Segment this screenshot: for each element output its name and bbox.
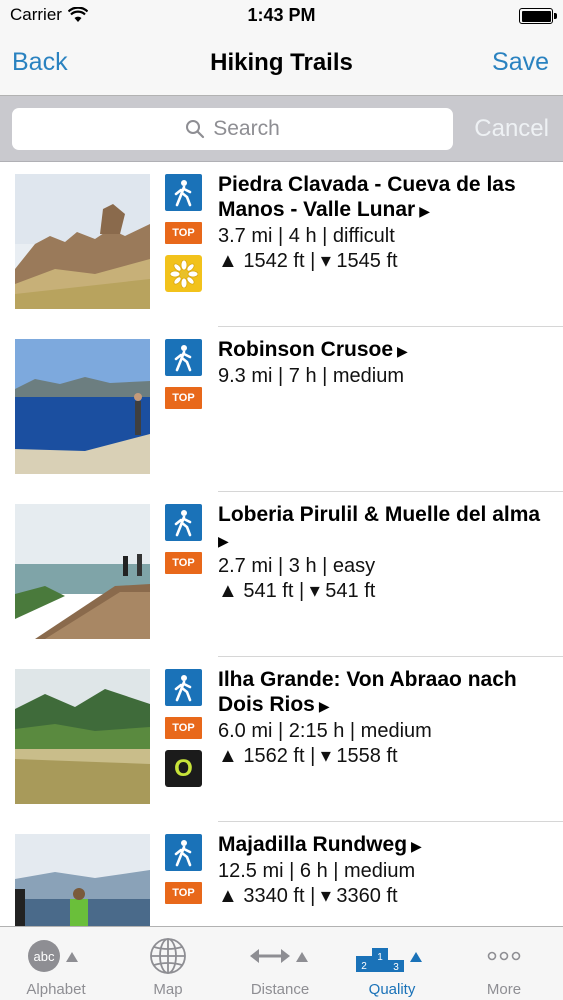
trail-name: Majadilla Rundweg ▶ [218,833,422,856]
search-input[interactable]: Search [12,108,453,150]
trail-stats: 2.7 mi | 3 h | easy [218,555,376,577]
trail-elevation: ▲ 1542 ft | ▾ 1545 ft [218,250,398,272]
trail-name: Ilha Grande: Von Abraao nach Dois Rios ▶ [218,668,517,716]
trail-badges: TOP [165,834,203,904]
podium-third: 3 [393,962,399,973]
trail-photo [15,669,150,804]
trail-elevation: ▲ 541 ft | ▾ 541 ft [218,580,376,602]
save-button[interactable]: Save [492,48,549,77]
hiking-icon [165,504,202,541]
trail-elevation: ▲ 1562 ft | ▾ 1558 ft [218,745,398,767]
tab-more[interactable]: More [448,927,560,1000]
trail-badges: TOP [165,174,203,292]
trail-info: Piedra Clavada - Cueva de las Manos - Va… [218,172,558,274]
podium-second: 2 [361,961,367,972]
disclosure-arrow-icon: ▶ [318,698,330,714]
trail-info: Loberia Pirulil & Muelle del alma ▶ 2.7 m… [218,502,558,604]
page-title: Hiking Trails [210,49,353,76]
trail-stats: 9.3 mi | 7 h | medium [218,365,405,387]
status-time: 1:43 PM [247,5,316,25]
abc-icon-text: abc [34,949,55,964]
search-icon [186,120,205,139]
hiking-icon [165,834,202,871]
outdooractive-icon: O [165,750,202,787]
top-badge: TOP [165,882,202,904]
tab-bar: abc Alphabet Map Distance 2 1 3 Quality … [0,926,563,1000]
trail-stats: 6.0 mi | 2:15 h | medium [218,720,432,742]
disclosure-arrow-icon: ▶ [419,203,430,219]
trail-name: Robinson Crusoe ▶ [218,338,408,361]
trail-photo [15,834,150,926]
top-badge: TOP [165,552,202,574]
navigation-bar: Back Hiking Trails Save [0,30,563,96]
podium-icon: 2 1 3 [356,948,422,973]
trail-row[interactable]: TOP Loberia Pirulil & Muelle del alma ▶ 2… [0,492,563,657]
top-badge: TOP [165,387,202,409]
search-placeholder: Search [213,117,280,140]
tab-label: Distance [250,981,310,998]
tab-label: Quality [368,981,416,998]
battery-icon [519,8,557,24]
trail-photo [15,339,150,474]
disclosure-arrow-icon: ▶ [397,343,408,359]
tab-label: Alphabet [26,981,86,998]
trail-row[interactable]: TOP Majadilla Rundweg ▶ 12.5 mi | 6 h | m… [0,822,563,926]
tab-alphabet[interactable]: abc Alphabet [0,927,112,1000]
tab-distance[interactable]: Distance [224,927,336,1000]
back-button[interactable]: Back [12,48,68,77]
hiking-icon [165,669,202,706]
trail-name: Piedra Clavada - Cueva de las Manos - Va… [218,173,516,221]
more-dots-icon [487,951,521,961]
hiking-icon [165,174,202,211]
tab-label: More [486,981,522,998]
trail-info: Ilha Grande: Von Abraao nach Dois Rios ▶ … [218,667,558,769]
trail-stats: 12.5 mi | 6 h | medium [218,860,416,882]
trail-row[interactable]: TOP Piedra Clavada - Cueva de las Manos … [0,162,563,327]
cancel-button[interactable]: Cancel [474,115,549,143]
hiking-icon [165,339,202,376]
trail-badges: TOP [165,339,203,409]
trail-badges: TOP [165,504,203,574]
trail-row[interactable]: TOP Robinson Crusoe ▶ 9.3 mi | 7 h | medi… [0,327,563,492]
trail-elevation: ▲ 3340 ft | ▾ 3360 ft [218,885,398,907]
disclosure-arrow-icon: ▶ [411,838,422,854]
distance-arrows-icon [250,949,308,963]
trail-info: Majadilla Rundweg ▶ 12.5 mi | 6 h | mediu… [218,832,558,909]
tab-map[interactable]: Map [112,927,224,1000]
trail-photo [15,174,150,309]
search-bar: Search Cancel [0,96,563,162]
top-badge: TOP [165,717,202,739]
disclosure-arrow-icon: ▶ [218,533,229,549]
trail-name: Loberia Pirulil & Muelle del alma ▶ [218,503,541,549]
trail-badges: TOP O [165,669,203,787]
trail-row[interactable]: TOP O Ilha Grande: Von Abraao nach Dois … [0,657,563,822]
globe-icon [150,938,186,974]
abc-sort-icon: abc [28,940,78,972]
status-bar: Carrier 1:43 PM [0,0,563,30]
trail-photo [15,504,150,639]
tab-quality[interactable]: 2 1 3 Quality [336,927,448,1000]
tab-label: Map [153,981,183,998]
trail-stats: 3.7 mi | 4 h | difficult [218,225,395,247]
top-badge: TOP [165,222,202,244]
edelweiss-icon [165,255,202,292]
podium-first: 1 [377,952,383,963]
trail-info: Robinson Crusoe ▶ 9.3 mi | 7 h | medium [218,337,558,389]
trail-list: TOP Piedra Clavada - Cueva de las Manos … [0,162,563,926]
